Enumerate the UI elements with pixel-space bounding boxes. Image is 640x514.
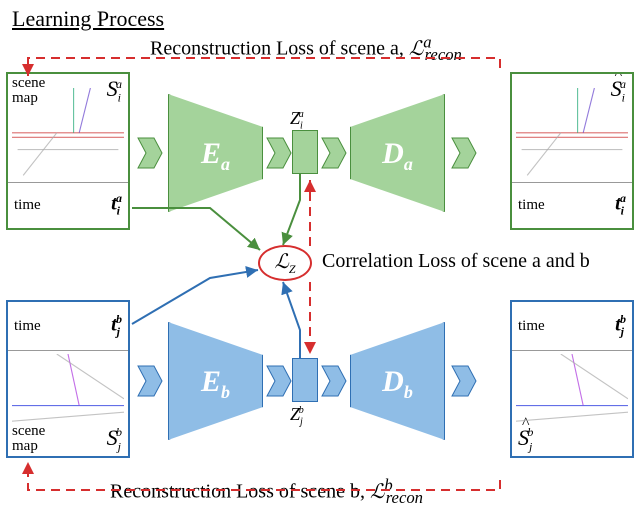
decoder-a-label: Da xyxy=(351,137,444,175)
arrow-enc-z-b xyxy=(265,364,293,398)
recon-loss-a-caption: Reconstruction Loss of scene a, ℒarecon xyxy=(150,32,462,65)
time-symbol-a-out: tia xyxy=(615,191,626,219)
pipeline-row-b: time tjb scene map Sjb Eb Zjb Db xyxy=(0,300,640,460)
time-label: time xyxy=(14,197,41,214)
recon-loss-a-symbol: ℒarecon xyxy=(409,38,462,60)
decoder-a: Da xyxy=(350,94,445,212)
output-box-b: time tjb Sjb xyxy=(510,300,634,458)
time-symbol-b-out: tjb xyxy=(615,312,626,340)
encoder-b: Eb xyxy=(168,322,263,440)
decoder-b: Db xyxy=(350,322,445,440)
arrow-z-dec-b xyxy=(320,364,348,398)
input-box-b: time tjb scene map Sjb xyxy=(6,300,130,458)
pipeline-row-a: scene map Sia time tia Ea Zia Da xyxy=(0,72,640,232)
recon-loss-b-caption: Reconstruction Loss of scene b, ℒbrecon xyxy=(110,475,423,508)
decoder-b-label: Db xyxy=(351,365,444,403)
scene-sketch-a-out xyxy=(516,88,628,178)
latent-b xyxy=(292,358,318,402)
diagram-title: Learning Process xyxy=(12,6,164,32)
arrow-in-enc-b xyxy=(136,364,164,398)
latent-a xyxy=(292,130,318,174)
output-box-a: Sia time tia xyxy=(510,72,634,230)
lz-symbol: ℒZ xyxy=(274,249,295,277)
encoder-b-label: Eb xyxy=(169,365,262,403)
encoder-a: Ea xyxy=(168,94,263,212)
latent-b-label: Zjb xyxy=(290,404,304,428)
encoder-a-label: Ea xyxy=(169,137,262,175)
arrow-dec-out-b xyxy=(450,364,478,398)
scene-sketch-a-in xyxy=(12,88,124,178)
time-symbol-b: tjb xyxy=(111,312,122,340)
arrow-in-enc-a xyxy=(136,136,164,170)
arrow-enc-z-a xyxy=(265,136,293,170)
arrow-z-dec-a xyxy=(320,136,348,170)
input-box-a: scene map Sia time tia xyxy=(6,72,130,230)
time-symbol-a: tia xyxy=(111,191,122,219)
time-label: time xyxy=(518,318,545,335)
scene-sketch-b-in xyxy=(12,354,124,444)
recon-loss-a-text: Reconstruction Loss of scene a, xyxy=(150,38,409,60)
scene-sketch-b-out xyxy=(516,354,628,444)
correlation-loss-node: ℒZ xyxy=(258,245,312,281)
recon-loss-b-text: Reconstruction Loss of scene b, xyxy=(110,481,370,503)
arrow-dec-out-a xyxy=(450,136,478,170)
time-label: time xyxy=(518,197,545,214)
correlation-loss-caption: Correlation Loss of scene a and b xyxy=(322,250,590,273)
latent-a-label: Zia xyxy=(290,108,304,132)
recon-loss-b-symbol: ℒbrecon xyxy=(370,481,423,503)
time-label: time xyxy=(14,318,41,335)
